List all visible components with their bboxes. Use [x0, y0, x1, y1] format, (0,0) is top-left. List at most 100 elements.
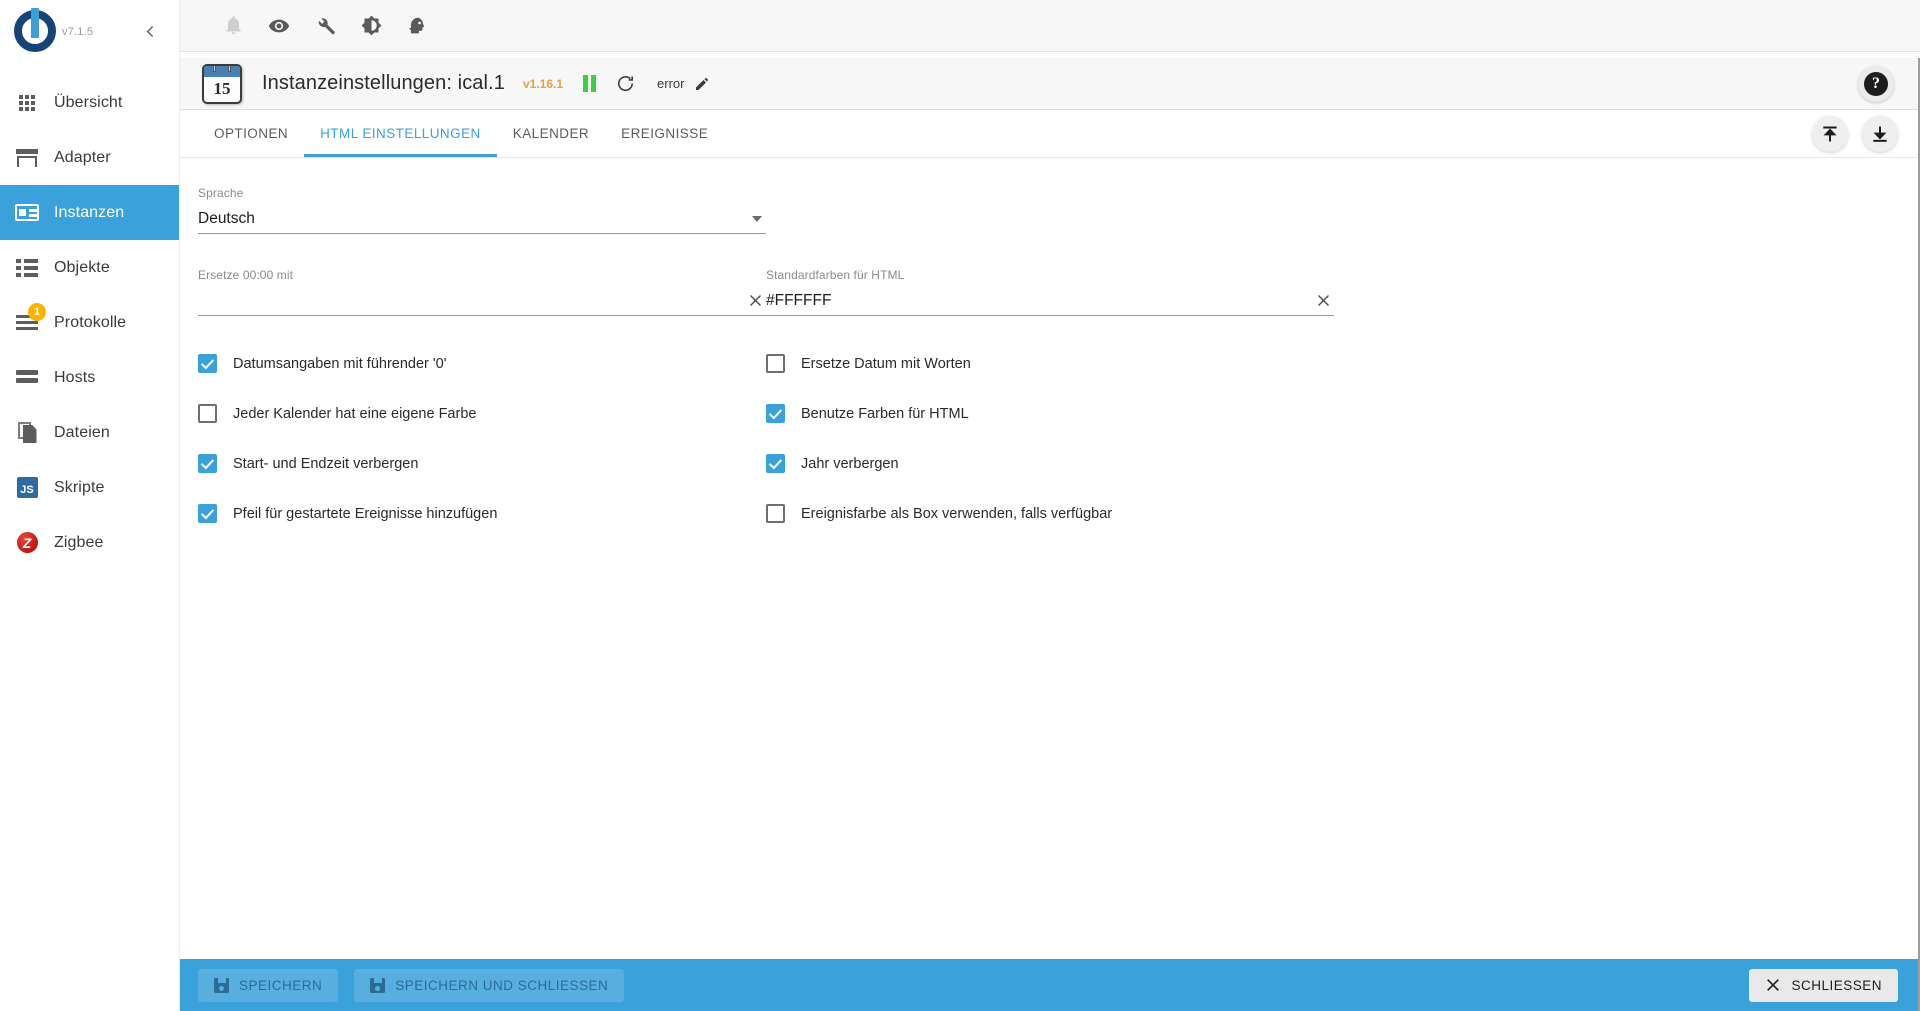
status-badge: error [657, 76, 685, 91]
sidebar-item-label: Skripte [54, 478, 105, 496]
config-action-buttons [1812, 115, 1898, 152]
checkbox-input[interactable] [766, 454, 785, 473]
save-button-label: SPEICHERN [239, 977, 323, 993]
edit-icon[interactable] [694, 76, 710, 92]
sidebar-item-objekte[interactable]: Objekte [0, 240, 179, 295]
config-tabs: OPTIONEN HTML EINSTELLUNGEN KALENDER ERE… [180, 110, 1920, 158]
input-ersetze-midnight[interactable] [198, 286, 766, 316]
checkbox-row: Jeder Kalender hat eine eigene Farbe Ben… [198, 404, 1920, 423]
checkbox-input[interactable] [198, 454, 217, 473]
sidebar-item-label: Instanzen [54, 203, 125, 221]
checkbox-input[interactable] [766, 354, 785, 373]
field-label: Ersetze 00:00 mit [198, 268, 294, 282]
sidebar-item-skripte[interactable]: JS Skripte [0, 460, 179, 515]
bell-icon[interactable] [210, 3, 256, 49]
checkbox-row: Datumsangaben mit führender '0' Ersetze … [198, 354, 1920, 373]
eye-icon[interactable] [256, 3, 302, 49]
checkbox-label: Ereignisfarbe als Box verwenden, falls v… [801, 505, 1113, 522]
field-sprache: Sprache Deutsch [198, 186, 766, 234]
close-button[interactable]: SCHLIESSEN [1749, 968, 1898, 1002]
pause-icon[interactable] [583, 75, 597, 92]
input-standardfarben[interactable]: #FFFFFF [766, 286, 1334, 316]
expert-mode-icon[interactable] [394, 3, 440, 49]
form-col-right: Standardfarben für HTML #FFFFFF [766, 268, 1334, 324]
checkbox-label: Jahr verbergen [801, 455, 899, 472]
brightness-icon[interactable] [348, 3, 394, 49]
javascript-icon: JS [14, 475, 40, 501]
field-standardfarben: Standardfarben für HTML #FFFFFF [766, 268, 1334, 316]
checkbox-group: Datumsangaben mit führender '0' Ersetze … [198, 354, 1920, 523]
checkbox-datumsangaben-fuehrende-null[interactable]: Datumsangaben mit führender '0' [198, 354, 766, 373]
tab-ereignisse[interactable]: EREIGNISSE [605, 110, 724, 157]
sidebar-item-zigbee[interactable]: Z Zigbee [0, 515, 179, 570]
checkbox-label: Ersetze Datum mit Worten [801, 355, 971, 372]
sidebar-item-label: Dateien [54, 423, 110, 441]
checkbox-label: Start- und Endzeit verbergen [233, 455, 419, 472]
export-icon[interactable] [1862, 115, 1898, 152]
question-mark-icon: ? [1864, 71, 1888, 96]
checkbox-pfeil-gestartete-ereignisse[interactable]: Pfeil für gestartete Ereignisse hinzufüg… [198, 504, 766, 523]
checkbox-input[interactable] [766, 404, 785, 423]
sidebar-item-adapter[interactable]: Adapter [0, 130, 179, 185]
file-icon [14, 420, 40, 446]
select-sprache[interactable]: Deutsch [198, 204, 766, 234]
field-label: Sprache [198, 186, 244, 200]
calendar-day-number: 15 [213, 79, 231, 98]
help-button[interactable]: ? [1858, 65, 1894, 102]
save-button[interactable]: SPEICHERN [198, 968, 339, 1002]
chevron-down-icon[interactable] [752, 215, 762, 222]
main-area: 15 Instanzeinstellungen: ical.1 v1.16.1 … [180, 0, 1920, 1011]
checkbox-benutze-farben-fuer-html[interactable]: Benutze Farben für HTML [766, 404, 1334, 423]
field-label: Standardfarben für HTML [766, 268, 905, 282]
sidebar-header: v7.1.5 [0, 0, 179, 63]
config-footer: SPEICHERN SPEICHERN UND SCHLIESSEN SCHLI… [180, 959, 1920, 1011]
wrench-icon[interactable] [302, 3, 348, 49]
sidebar-item-uebersicht[interactable]: Übersicht [0, 75, 179, 130]
list-icon [14, 255, 40, 281]
sidebar-item-instanzen[interactable]: Instanzen [0, 185, 179, 240]
sidebar-item-hosts[interactable]: Hosts [0, 350, 179, 405]
admin-app: v7.1.5 Übersicht Adapter Instanzen Objek… [0, 0, 1920, 1011]
checkbox-input[interactable] [198, 404, 217, 423]
checkbox-jeder-kalender-eigene-farbe[interactable]: Jeder Kalender hat eine eigene Farbe [198, 404, 766, 423]
refresh-icon[interactable] [616, 74, 635, 93]
log-badge-count: 1 [28, 303, 46, 321]
form-col-left: Sprache Deutsch [198, 186, 766, 242]
close-button-label: SCHLIESSEN [1791, 977, 1882, 993]
sidebar-nav: Übersicht Adapter Instanzen Objekte 1 Pr… [0, 63, 179, 570]
sidebar-item-label: Hosts [54, 368, 96, 386]
checkbox-start-endzeit-verbergen[interactable]: Start- und Endzeit verbergen [198, 454, 766, 473]
sidebar-item-label: Adapter [54, 148, 111, 166]
save-and-close-button[interactable]: SPEICHERN UND SCHLIESSEN [354, 968, 625, 1002]
checkbox-label: Datumsangaben mit führender '0' [233, 355, 447, 372]
checkbox-input[interactable] [198, 354, 217, 373]
instance-config-window: 15 Instanzeinstellungen: ical.1 v1.16.1 … [180, 58, 1920, 1011]
tab-html-einstellungen[interactable]: HTML EINSTELLUNGEN [304, 110, 497, 157]
tab-optionen[interactable]: OPTIONEN [198, 110, 304, 157]
clear-icon[interactable] [1312, 290, 1334, 312]
checkbox-jahr-verbergen[interactable]: Jahr verbergen [766, 454, 1334, 473]
tab-kalender[interactable]: KALENDER [497, 110, 605, 157]
adapter-version: v1.16.1 [522, 76, 564, 91]
instances-icon [14, 200, 40, 226]
sidebar-item-label: Objekte [54, 258, 110, 276]
form-row-language: Sprache Deutsch [198, 186, 1920, 242]
sidebar-collapse-icon[interactable] [137, 19, 163, 45]
app-version: v7.1.5 [62, 25, 94, 38]
calendar-icon: 15 [202, 63, 242, 104]
save-icon [370, 977, 386, 993]
store-icon [14, 145, 40, 171]
clear-icon[interactable] [744, 290, 766, 312]
input-value: #FFFFFF [766, 291, 832, 309]
zigbee-icon: Z [14, 530, 40, 556]
iobroker-logo-icon [8, 6, 60, 58]
form-col-left: Ersetze 00:00 mit [198, 268, 766, 324]
checkbox-ereignisfarbe-als-box[interactable]: Ereignisfarbe als Box verwenden, falls v… [766, 504, 1334, 523]
sidebar-item-label: Protokolle [54, 313, 127, 331]
sidebar-item-dateien[interactable]: Dateien [0, 405, 179, 460]
sidebar-item-protokolle[interactable]: 1 Protokolle [0, 295, 179, 350]
checkbox-input[interactable] [766, 504, 785, 523]
import-icon[interactable] [1812, 115, 1848, 152]
checkbox-input[interactable] [198, 504, 217, 523]
checkbox-ersetze-datum-mit-worten[interactable]: Ersetze Datum mit Worten [766, 354, 1334, 373]
